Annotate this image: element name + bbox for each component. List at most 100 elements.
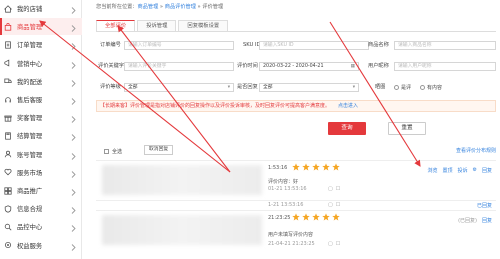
replied-link[interactable]: 已回复 <box>477 202 492 209</box>
review-row: 1:53:16 浏览 置顶 投诉 ⚙ 回复 评价内容：好 01-21 13:53… <box>96 160 496 200</box>
breadcrumb-item-review-mgmt[interactable]: 商品评价管理 <box>165 4 196 10</box>
chevron-right-icon <box>71 152 76 160</box>
tab-divider <box>96 31 496 32</box>
select-all-label: 全选 <box>112 149 123 155</box>
blurred-product-info <box>102 215 262 245</box>
review-icons: ▢ ☐ <box>328 241 340 247</box>
sidebar-item-label: 服务市场 <box>17 169 43 177</box>
goods-name-input[interactable]: 请输入商品名称 <box>394 41 496 50</box>
review-row: 21:23:25 (已回复) 回复 用户未填写评价内容 21-04-21 21:… <box>96 210 496 259</box>
breadcrumb-item-current: 评价管理 <box>202 4 224 10</box>
sidebar-item-document[interactable]: 订单管理 <box>0 36 82 53</box>
sidebar-item-label: 我的配送 <box>17 78 43 86</box>
chevron-down-icon: ▾ <box>227 85 230 90</box>
sidebar-item-gift[interactable]: 奖客管理 <box>0 109 82 126</box>
order-no-input[interactable]: 请输入订单编号 <box>124 41 234 50</box>
bag-icon <box>4 22 12 31</box>
megaphone-icon <box>4 59 12 67</box>
review-content: 用户未填写评价内容 <box>268 232 314 238</box>
reset-button[interactable]: 重置 <box>388 122 426 135</box>
level-select-value: 全部 <box>128 85 138 90</box>
home-icon <box>4 4 12 13</box>
sidebar-item-headset[interactable]: 售后客服 <box>0 91 82 108</box>
review-time: 1:53:16 <box>268 165 288 171</box>
complain-link[interactable]: 投诉 <box>457 167 467 174</box>
time-range-input[interactable]: 2020-03-22 - 2020-04-21 ▦ <box>259 62 359 71</box>
shield-icon <box>4 205 12 213</box>
pic-radio-content[interactable]: 有内容 <box>420 84 442 91</box>
sidebar-item-search[interactable]: 品控中心 <box>0 218 82 235</box>
pin-link[interactable]: 置顶 <box>442 167 452 174</box>
sidebar-item-bag[interactable]: 商品管理 <box>0 18 82 36</box>
sidebar-item-label: 奖客管理 <box>17 115 43 123</box>
breadcrumb-prefix: 您当前所在位置： <box>96 4 138 10</box>
batch-cancel-button[interactable]: 取消回复 <box>144 145 174 155</box>
star-icon <box>302 163 310 171</box>
document-icon <box>4 41 12 49</box>
comment-icon: ▢ <box>328 202 333 208</box>
chevron-right-icon <box>71 189 76 196</box>
content-input[interactable]: 请输入评价关键字 <box>124 62 234 71</box>
tab-bar: 全部评价 投诉管理 回复模板设置 <box>96 20 230 31</box>
comment-icon: ▢ <box>328 241 333 247</box>
like-icon: ☐ <box>335 241 341 247</box>
goods-name-label: 商品名称 <box>368 42 389 48</box>
review-actions: (已回复) 回复 <box>453 217 492 224</box>
chevron-right-icon <box>71 225 76 233</box>
sidebar-item-calculator[interactable]: 结算管理 <box>0 127 82 144</box>
reply-link[interactable]: 回复 <box>482 167 492 174</box>
reply-link[interactable]: 回复 <box>482 217 492 224</box>
headset-icon <box>4 96 12 104</box>
sidebar-item-heart[interactable]: 服务市场 <box>0 164 82 181</box>
tab-complaints[interactable]: 投诉管理 <box>137 20 177 31</box>
pic-radio-yes[interactable]: 是评 <box>394 84 411 91</box>
sidebar-item-gear[interactable]: 权益服务 <box>0 237 82 254</box>
settings-icon[interactable]: ⚙ <box>473 167 477 174</box>
radio-circle <box>420 85 425 90</box>
chevron-right-icon <box>71 116 76 124</box>
breadcrumb-item-goods[interactable]: 商品管理 <box>138 4 159 10</box>
calculator-icon <box>4 132 12 140</box>
search-icon <box>4 223 12 231</box>
sidebar-item-label: 营销中心 <box>17 60 43 68</box>
breadcrumb: 您当前所在位置：商品管理 » 商品评价管理 » 评价管理 <box>96 3 223 10</box>
notice-text: 【长期来客】评价管理是指对店铺评价的回复操作以及评价投诉审核，及时回复评价可提高… <box>100 103 331 109</box>
truck-icon <box>4 77 12 85</box>
tab-all-reviews[interactable]: 全部评价 <box>96 20 136 31</box>
sidebar-item-label: 售后客服 <box>17 97 43 104</box>
order-no-label: 订单编号 <box>100 42 121 48</box>
chevron-right-icon <box>71 98 76 105</box>
query-button[interactable]: 查询 <box>328 122 366 135</box>
star-icon <box>322 213 330 221</box>
sku-input[interactable]: 请输入SKU ID <box>259 41 369 50</box>
browse-link[interactable]: 浏览 <box>427 167 437 174</box>
tab-reply-templates[interactable]: 回复模板设置 <box>178 20 229 31</box>
select-all-checkbox[interactable]: 全选 <box>104 148 122 155</box>
level-select[interactable]: 全部 ▾ <box>124 83 234 92</box>
review-icons: ▢ ☐ <box>328 186 340 192</box>
pic-radio-content-label: 有内容 <box>427 85 443 91</box>
sidebar-item-megaphone[interactable]: 营销中心 <box>0 55 82 72</box>
review-icons: ▢ ☐ <box>328 202 340 208</box>
pic-label: 晒图 <box>375 84 386 90</box>
blurred-product-info <box>102 165 262 195</box>
reply-select-value: 全部 <box>263 85 273 90</box>
star-icon <box>302 213 310 221</box>
reply-select[interactable]: 全部 ▾ <box>259 83 359 92</box>
rule-link[interactable]: 查看评价分布规则 <box>456 147 496 154</box>
notice-link[interactable]: 点击进入 <box>338 103 358 109</box>
sidebar-item-grid[interactable]: 商品推广 <box>0 182 82 199</box>
user-input[interactable]: 请输入用户昵称 <box>394 62 496 71</box>
sidebar-item-label: 商品推广 <box>17 188 43 195</box>
review-sub-time: 01-21 13:53:16 <box>268 186 307 192</box>
sidebar-item-user[interactable]: 账号管理 <box>0 146 82 163</box>
sidebar-item-shield[interactable]: 信息合规 <box>0 200 82 217</box>
sidebar-item-truck[interactable]: 我的配送 <box>0 73 82 90</box>
star-rating <box>292 213 342 221</box>
pic-radio-yes-label: 是评 <box>401 85 412 91</box>
like-icon: ☐ <box>335 186 341 192</box>
sidebar-item-home[interactable]: 我的店铺 <box>0 0 82 17</box>
star-icon <box>322 163 330 171</box>
star-icon <box>292 213 300 221</box>
sidebar-item-label: 商品管理 <box>17 24 43 32</box>
